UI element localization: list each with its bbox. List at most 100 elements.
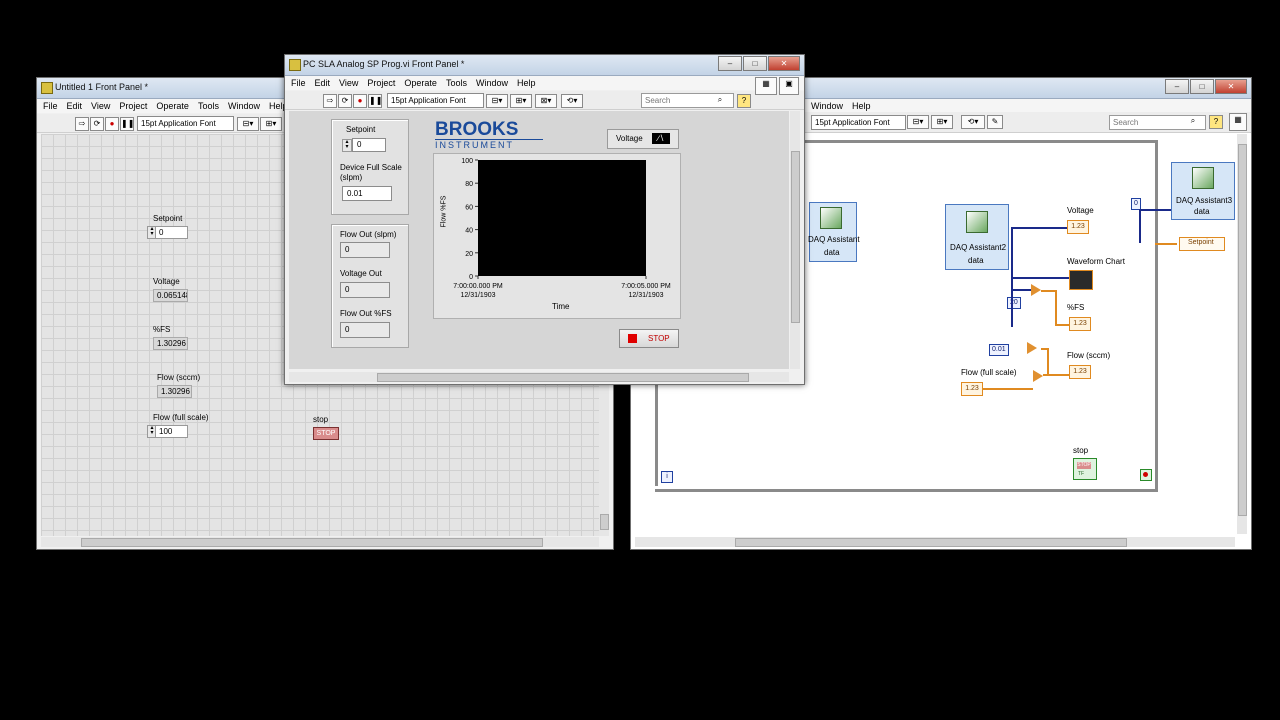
menu-help[interactable]: Help <box>852 99 871 113</box>
help-icon[interactable]: ? <box>737 94 751 108</box>
close-button[interactable]: ✕ <box>1215 79 1247 94</box>
title-bar[interactable]: PC SLA Analog SP Prog.vi Front Panel * –… <box>285 55 804 76</box>
flow-sccm-indicator-terminal[interactable]: 1.23 <box>1069 365 1091 379</box>
setpoint-spinner[interactable]: ▴ ▾ <box>342 139 352 152</box>
wire <box>1139 209 1171 211</box>
abort-icon[interactable]: ● <box>105 117 119 131</box>
voltage-out-label: Voltage Out <box>340 269 382 278</box>
daq-assistant3-node[interactable]: DAQ Assistant3 data <box>1171 162 1235 220</box>
run-arrow-icon[interactable]: ⇨ <box>75 117 89 131</box>
menu-edit[interactable]: Edit <box>67 99 83 113</box>
menu-tools[interactable]: Tools <box>446 76 467 90</box>
menu-window[interactable]: Window <box>228 99 260 113</box>
connector-pane-icon: ▦ <box>755 77 777 95</box>
vi-front-panel-window[interactable]: PC SLA Analog SP Prog.vi Front Panel * –… <box>284 54 805 385</box>
abort-icon[interactable]: ● <box>353 94 367 108</box>
align-objects-icon[interactable]: ⊟▾ <box>907 115 929 129</box>
resize-objects-icon[interactable]: ⊠▾ <box>535 94 557 108</box>
vertical-scroll-thumb[interactable] <box>600 514 609 530</box>
brand-name: BROOKS <box>435 119 519 140</box>
vertical-scrollbar[interactable] <box>1237 134 1247 534</box>
x-tick-label-time: 7:00:05.000 PM <box>621 283 671 290</box>
maximize-button[interactable]: □ <box>1190 79 1214 94</box>
font-selector[interactable]: 15pt Application Font <box>387 93 484 108</box>
maximize-button[interactable]: □ <box>743 56 767 71</box>
window-title: Untitled 1 Front Panel * <box>55 82 149 92</box>
daq-assistant2-node[interactable]: DAQ Assistant2 data <box>945 204 1009 270</box>
voltage-indicator: 0.065148 <box>153 289 188 302</box>
setpoint-local-variable[interactable]: Setpoint <box>1179 237 1225 251</box>
menu-operate[interactable]: Operate <box>156 99 189 113</box>
pause-icon[interactable]: ❚❚ <box>368 94 382 108</box>
menu-view[interactable]: View <box>339 76 358 90</box>
menu-window[interactable]: Window <box>476 76 508 90</box>
constant-001[interactable]: 0.01 <box>989 344 1009 356</box>
constant-20[interactable]: 20 <box>1007 297 1021 309</box>
vertical-scroll-thumb[interactable] <box>1238 144 1247 516</box>
divide-function-icon[interactable] <box>1031 284 1041 296</box>
pfs-indicator-terminal[interactable]: 1.23 <box>1069 317 1091 331</box>
search-icon[interactable]: ⌕ <box>1188 115 1198 127</box>
panel-canvas[interactable]: Setpoint ▴ ▾ 0 Device Full Scale (slpm) 0… <box>289 111 789 369</box>
horizontal-scroll-thumb[interactable] <box>81 538 543 547</box>
align-objects-icon[interactable]: ⊟▾ <box>237 117 259 131</box>
plot-legend[interactable]: Voltage ∕∖ <box>607 129 679 149</box>
search-icon[interactable]: ⌕ <box>715 94 725 106</box>
horizontal-scrollbar[interactable] <box>289 372 789 382</box>
menu-operate[interactable]: Operate <box>404 76 437 90</box>
setpoint-control[interactable]: 0 <box>352 138 386 152</box>
menu-project[interactable]: Project <box>119 99 147 113</box>
daq-assistant-node[interactable]: DAQ Assistant data <box>808 202 860 262</box>
horizontal-scroll-thumb[interactable] <box>735 538 1127 547</box>
close-button[interactable]: ✕ <box>768 56 800 71</box>
stop-button[interactable]: STOP <box>313 427 339 440</box>
menu-project[interactable]: Project <box>367 76 395 90</box>
voltage-indicator-terminal[interactable]: 1.23 <box>1067 220 1089 234</box>
minimize-button[interactable]: – <box>718 56 742 71</box>
waveform-chart-terminal[interactable] <box>1069 270 1093 290</box>
align-objects-icon[interactable]: ⊟▾ <box>486 94 508 108</box>
wire <box>1011 227 1067 229</box>
pfs-indicator: 1.30296 <box>153 337 188 350</box>
device-full-scale-control[interactable]: 0.01 <box>342 186 392 201</box>
flow-full-scale-terminal-label: Flow (full scale) <box>961 368 1017 377</box>
font-selector[interactable]: 15pt Application Font <box>811 115 906 130</box>
stop-button[interactable]: STOP <box>619 329 679 348</box>
font-selector[interactable]: 15pt Application Font <box>137 116 234 131</box>
vi-icon: ▦ <box>1229 113 1247 131</box>
run-arrow-icon[interactable]: ⇨ <box>323 94 337 108</box>
horizontal-scrollbar[interactable] <box>41 537 599 547</box>
voltage-terminal-label: Voltage <box>1067 206 1094 215</box>
flow-full-scale-control-terminal[interactable]: 1.23 <box>961 382 983 396</box>
menu-file[interactable]: File <box>291 76 306 90</box>
reorder-icon[interactable]: ⟲▾ <box>561 94 583 108</box>
menu-window[interactable]: Window <box>811 99 843 113</box>
run-continuous-icon[interactable]: ⟳ <box>90 117 104 131</box>
horizontal-scroll-thumb[interactable] <box>377 373 749 382</box>
menu-tools[interactable]: Tools <box>198 99 219 113</box>
horizontal-scrollbar[interactable] <box>635 537 1235 547</box>
reorder-icon[interactable]: ⟲▾ <box>961 115 985 129</box>
distribute-objects-icon[interactable]: ⊞▾ <box>260 117 282 131</box>
stop-button-terminal[interactable]: STOP TF <box>1073 458 1097 480</box>
menu-view[interactable]: View <box>91 99 110 113</box>
help-icon[interactable]: ? <box>1209 115 1223 129</box>
flow-full-scale-control[interactable]: 100 <box>155 425 188 438</box>
menu-edit[interactable]: Edit <box>315 76 331 90</box>
distribute-objects-icon[interactable]: ⊞▾ <box>931 115 953 129</box>
menu-help[interactable]: Help <box>517 76 536 90</box>
wire <box>1011 289 1031 291</box>
vertical-scroll-thumb[interactable] <box>791 151 800 323</box>
multiply-function2-icon[interactable] <box>1033 370 1043 382</box>
clean-up-icon[interactable]: ✎ <box>987 115 1003 129</box>
menu-file[interactable]: File <box>43 99 58 113</box>
setpoint-control[interactable]: 0 <box>155 226 188 239</box>
pause-icon[interactable]: ❚❚ <box>120 117 134 131</box>
flow-sccm-indicator: 1.30296 <box>157 385 192 398</box>
minimize-button[interactable]: – <box>1165 79 1189 94</box>
distribute-objects-icon[interactable]: ⊞▾ <box>510 94 532 108</box>
multiply-function-icon[interactable] <box>1027 342 1037 354</box>
run-continuous-icon[interactable]: ⟳ <box>338 94 352 108</box>
vertical-scrollbar[interactable] <box>790 111 800 369</box>
waveform-chart[interactable]: 100 80 60 40 20 0 7:00:00.000 PM 12/31/1903 7:00… <box>433 153 681 319</box>
